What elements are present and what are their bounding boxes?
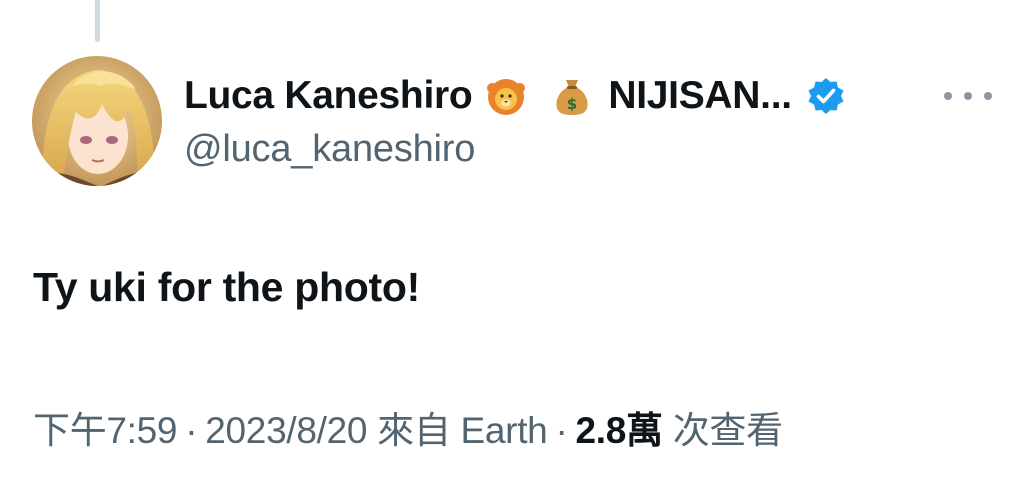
more-horizontal-icon-dot	[964, 92, 972, 100]
views-count[interactable]: 2.8萬	[576, 410, 664, 451]
tweet-card: Luca Kaneshiro $ NIJISAN... @luca_kanesh…	[0, 0, 1024, 481]
views-label: 次查看	[672, 410, 783, 451]
author-display-name[interactable]: Luca Kaneshiro	[184, 74, 473, 118]
thread-connector-line	[95, 0, 100, 42]
svg-text:$: $	[567, 95, 577, 113]
avatar-image	[32, 56, 162, 186]
author-name-row: Luca Kaneshiro $ NIJISAN...	[184, 68, 846, 124]
author-name-suffix[interactable]: NIJISAN...	[608, 74, 792, 118]
tweet-date[interactable]: 2023/8/20	[205, 410, 367, 451]
money-bag-emoji-icon: $	[552, 76, 592, 116]
more-horizontal-icon-dot	[944, 92, 952, 100]
meta-separator: ·	[555, 410, 568, 451]
tweet-meta: 下午7:59 · 2023/8/20 來自 Earth · 2.8萬 次查看	[33, 400, 783, 454]
author-handle[interactable]: @luca_kaneshiro	[184, 128, 475, 171]
more-horizontal-icon-dot	[984, 92, 992, 100]
verified-badge-icon[interactable]	[806, 76, 846, 116]
avatar[interactable]	[32, 56, 162, 186]
lion-emoji-icon	[486, 76, 526, 116]
tweet-time[interactable]: 下午7:59	[33, 410, 178, 451]
tweet-text: Ty uki for the photo!	[33, 264, 420, 310]
tweet-source: 來自 Earth	[377, 410, 548, 451]
more-options-button[interactable]	[944, 82, 992, 110]
meta-separator: ·	[185, 410, 198, 451]
